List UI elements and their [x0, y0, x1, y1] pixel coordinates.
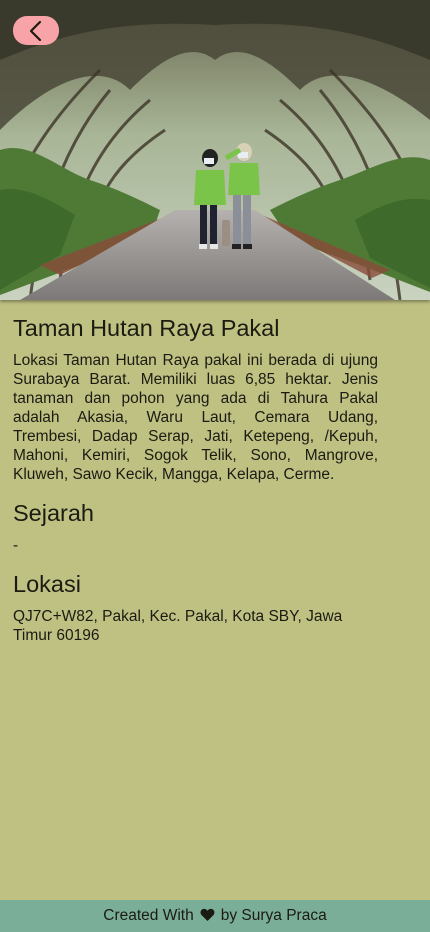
- footer: Created With by Surya Praca: [0, 900, 430, 932]
- history-heading: Sejarah: [13, 500, 94, 526]
- back-button[interactable]: [13, 16, 59, 45]
- chevron-left-icon: [29, 20, 42, 41]
- footer-prefix: Created With: [103, 907, 194, 924]
- heart-icon: [200, 908, 215, 925]
- hero-image: [0, 0, 430, 300]
- location-address: QJ7C+W82, Pakal, Kec. Pakal, Kota SBY, J…: [13, 608, 343, 644]
- place-details: Taman Hutan Raya Pakal Lokasi Taman Huta…: [13, 313, 378, 645]
- place-description: Lokasi Taman Hutan Raya pakal ini berada…: [13, 352, 378, 483]
- place-title: Taman Hutan Raya Pakal: [13, 315, 280, 341]
- footer-suffix: by Surya Praca: [220, 907, 327, 924]
- location-heading: Lokasi: [13, 571, 81, 597]
- history-text: -: [13, 537, 19, 554]
